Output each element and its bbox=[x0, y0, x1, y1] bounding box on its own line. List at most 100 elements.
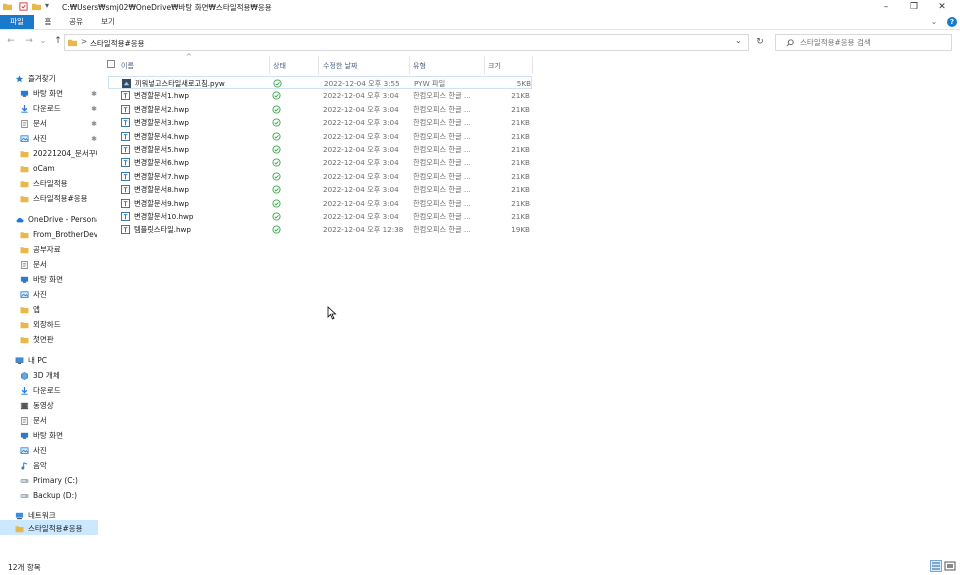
sidebar-item-네트워크[interactable]: 네트워크 bbox=[15, 509, 97, 523]
file-size: 19KB bbox=[511, 225, 530, 235]
breadcrumb[interactable]: 스타일적용#응용 bbox=[90, 38, 145, 49]
file-date: 2022-12-04 오후 3:04 bbox=[323, 104, 399, 114]
file-row[interactable]: 변경할문서10.hwp 2022-12-04 오후 3:04 한컴오피스 한글 ..… bbox=[108, 210, 532, 223]
tab-file[interactable]: 파일 bbox=[0, 15, 34, 29]
sidebar-item-바탕-화면[interactable]: 바탕 화면 bbox=[20, 273, 97, 287]
file-name[interactable]: 변경할문서7.hwp bbox=[134, 170, 274, 183]
sidebar-item-primary-c[interactable]: Primary (C:) bbox=[20, 474, 97, 488]
ribbon-expand-icon[interactable]: ⌄ bbox=[928, 15, 940, 29]
back-button[interactable]: ← bbox=[5, 36, 17, 46]
sidebar-item-20221204-문서꾸미[interactable]: 20221204_문서꾸미 bbox=[20, 147, 97, 161]
file-row[interactable]: 템플릿스타일.hwp 2022-12-04 오후 12:38 한컴오피스 한글 ..… bbox=[108, 223, 532, 236]
file-row[interactable]: 끼워넣고스타일새로고침.pyw 2022-12-04 오후 3:55 PYW 파일 5… bbox=[108, 76, 532, 89]
properties-icon[interactable] bbox=[19, 2, 28, 11]
pin-icon[interactable]: ✱ bbox=[91, 132, 97, 146]
sidebar-item-음악[interactable]: 음악 bbox=[20, 459, 97, 473]
pin-icon[interactable]: ✱ bbox=[91, 87, 97, 101]
file-name[interactable]: 변경할문서6.hwp bbox=[134, 156, 274, 169]
file-size: 21KB bbox=[511, 131, 530, 141]
file-name[interactable]: 변경할문서9.hwp bbox=[134, 197, 274, 210]
file-name[interactable]: 변경할문서3.hwp bbox=[134, 116, 274, 129]
sidebar-item-스타일적용[interactable]: 스타일적용 bbox=[20, 177, 97, 191]
file-row[interactable]: 변경할문서5.hwp 2022-12-04 오후 3:04 한컴오피스 한글 ...… bbox=[108, 143, 532, 156]
sidebar-item-바탕-화면[interactable]: 바탕 화면 bbox=[20, 429, 97, 443]
close-button[interactable]: ✕ bbox=[928, 0, 956, 15]
sidebar-item-다운로드[interactable]: 다운로드 ✱ bbox=[20, 102, 97, 116]
file-name[interactable]: 끼워넣고스타일새로고침.pyw bbox=[135, 77, 275, 90]
sidebar-item-내-pc[interactable]: 내 PC bbox=[15, 354, 97, 368]
search-box[interactable] bbox=[775, 34, 952, 51]
sidebar-item-공부자료[interactable]: 공부자료 bbox=[20, 243, 97, 257]
desktop-icon bbox=[20, 276, 29, 283]
sidebar-item-동영상[interactable]: 동영상 bbox=[20, 399, 97, 413]
file-name[interactable]: 변경할문서5.hwp bbox=[134, 143, 274, 156]
refresh-button[interactable]: ↻ bbox=[753, 34, 767, 51]
file-row[interactable]: 변경할문서4.hwp 2022-12-04 오후 3:04 한컴오피스 한글 ...… bbox=[108, 130, 532, 143]
recent-locations-button[interactable]: ⌄ bbox=[37, 36, 49, 45]
sidebar-item-backup-d[interactable]: Backup (D:) bbox=[20, 489, 97, 503]
column-header-size[interactable]: 크기 bbox=[488, 60, 501, 73]
sidebar-item-스타일적용-응용[interactable]: 스타일적용#응용 bbox=[15, 522, 97, 536]
column-divider[interactable] bbox=[269, 56, 270, 74]
forward-button[interactable]: → bbox=[23, 36, 35, 46]
file-row[interactable]: 변경할문서1.hwp 2022-12-04 오후 3:04 한컴오피스 한글 ...… bbox=[108, 89, 532, 102]
file-name[interactable]: 변경할문서1.hwp bbox=[134, 89, 274, 102]
file-name[interactable]: 템플릿스타일.hwp bbox=[134, 223, 274, 236]
sidebar-item-사진[interactable]: 사진 bbox=[20, 444, 97, 458]
sidebar-item-ocam[interactable]: oCam bbox=[20, 162, 97, 176]
python-file-icon bbox=[122, 79, 131, 88]
search-input[interactable] bbox=[800, 38, 948, 47]
tab-view[interactable]: 보기 bbox=[96, 15, 120, 29]
hwp-file-icon bbox=[121, 145, 130, 154]
sidebar-item-onedrive-personal[interactable]: OneDrive - Personal bbox=[15, 213, 97, 227]
details-view-button[interactable] bbox=[930, 560, 942, 572]
file-row[interactable]: 변경할문서7.hwp 2022-12-04 오후 3:04 한컴오피스 한글 ...… bbox=[108, 170, 532, 183]
file-row[interactable]: 변경할문서9.hwp 2022-12-04 오후 3:04 한컴오피스 한글 ...… bbox=[108, 197, 532, 210]
help-icon[interactable]: ? bbox=[947, 17, 957, 27]
file-row[interactable]: 변경할문서6.hwp 2022-12-04 오후 3:04 한컴오피스 한글 ...… bbox=[108, 156, 532, 169]
file-name[interactable]: 변경할문서4.hwp bbox=[134, 130, 274, 143]
column-header-date[interactable]: 수정한 날짜 bbox=[323, 60, 357, 73]
column-divider[interactable] bbox=[409, 56, 410, 74]
column-divider[interactable] bbox=[484, 56, 485, 74]
minimize-button[interactable]: – bbox=[872, 0, 900, 15]
cloud-icon bbox=[16, 217, 24, 223]
new-folder-icon[interactable] bbox=[32, 2, 41, 11]
column-divider[interactable] bbox=[532, 56, 533, 74]
up-button[interactable]: ↑ bbox=[52, 36, 64, 46]
file-name[interactable]: 변경할문서2.hwp bbox=[134, 103, 274, 116]
select-all-checkbox[interactable] bbox=[107, 60, 115, 68]
sidebar-item-스타일적용-응용[interactable]: 스타일적용#응용 bbox=[20, 192, 97, 206]
customize-toolbar-icon[interactable]: ▾ bbox=[45, 1, 49, 10]
sidebar-item-사진[interactable]: 사진 bbox=[20, 288, 97, 302]
sidebar-item-외장하드[interactable]: 외장하드 bbox=[20, 318, 97, 332]
sidebar-item-앱[interactable]: 앱 bbox=[20, 303, 97, 317]
file-row[interactable]: 변경할문서3.hwp 2022-12-04 오후 3:04 한컴오피스 한글 ...… bbox=[108, 116, 532, 129]
column-header-status[interactable]: 상태 bbox=[273, 60, 286, 73]
sidebar-item-첫면판[interactable]: 첫면판 bbox=[20, 333, 97, 347]
address-dropdown-button[interactable]: ⌄ bbox=[735, 36, 742, 45]
sidebar-item-사진[interactable]: 사진 ✱ bbox=[20, 132, 97, 146]
large-icons-view-button[interactable] bbox=[944, 560, 956, 572]
address-bar[interactable] bbox=[64, 34, 749, 51]
sidebar-item-문서[interactable]: 문서 bbox=[20, 258, 97, 272]
sidebar-item-from-brotherdevice[interactable]: From_BrotherDevice bbox=[20, 228, 97, 242]
file-row[interactable]: 변경할문서2.hwp 2022-12-04 오후 3:04 한컴오피스 한글 ...… bbox=[108, 103, 532, 116]
sidebar-item-다운로드[interactable]: 다운로드 bbox=[20, 384, 97, 398]
column-header-name[interactable]: 이름 bbox=[121, 60, 134, 73]
column-divider[interactable] bbox=[318, 56, 319, 74]
sidebar-item-바탕-화면[interactable]: 바탕 화면 ✱ bbox=[20, 87, 97, 101]
file-name[interactable]: 변경할문서10.hwp bbox=[134, 210, 274, 223]
pin-icon[interactable]: ✱ bbox=[91, 117, 97, 131]
sidebar-item-즐겨찾기[interactable]: 즐겨찾기 bbox=[15, 72, 97, 86]
sidebar-item-3d-개체[interactable]: 3D 개체 bbox=[20, 369, 97, 383]
file-name[interactable]: 변경할문서8.hwp bbox=[134, 183, 274, 196]
pin-icon[interactable]: ✱ bbox=[91, 102, 97, 116]
tab-share[interactable]: 공유 bbox=[64, 15, 88, 29]
column-header-type[interactable]: 유형 bbox=[413, 60, 426, 73]
maximize-button[interactable]: ❐ bbox=[900, 0, 928, 15]
tab-home[interactable]: 홈 bbox=[38, 15, 58, 29]
sidebar-item-문서[interactable]: 문서 bbox=[20, 414, 97, 428]
sidebar-item-문서[interactable]: 문서 ✱ bbox=[20, 117, 97, 131]
file-row[interactable]: 변경할문서8.hwp 2022-12-04 오후 3:04 한컴오피스 한글 ...… bbox=[108, 183, 532, 196]
